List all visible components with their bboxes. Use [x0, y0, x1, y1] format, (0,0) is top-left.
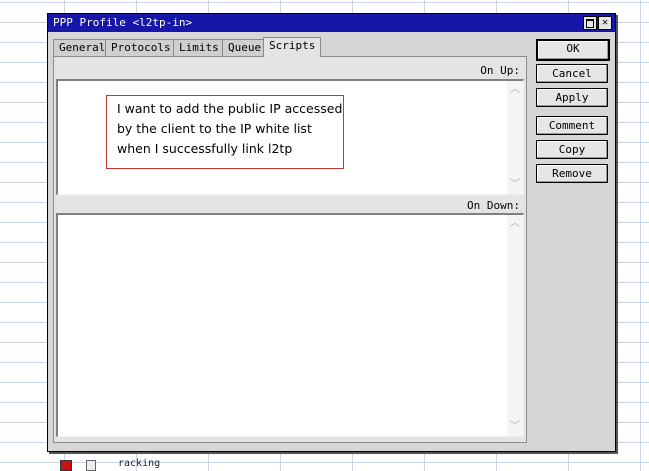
comment-button[interactable]: Comment	[536, 116, 608, 135]
maximize-icon[interactable]	[583, 16, 597, 30]
on-up-textarea[interactable]: I want to add the public IP accessed by …	[56, 79, 524, 195]
background-list-row: racking	[48, 452, 248, 471]
window-title: PPP Profile <l2tp-in>	[53, 16, 193, 29]
annotation-box: I want to add the public IP accessed by …	[106, 95, 344, 169]
tab-limits[interactable]: Limits	[173, 39, 225, 56]
cancel-button[interactable]: Cancel	[536, 64, 608, 83]
scroll-down-icon[interactable]: ﹀	[507, 178, 523, 192]
remove-button[interactable]: Remove	[536, 164, 608, 183]
annotation-line: when I successfully link l2tp	[117, 141, 293, 156]
ok-button[interactable]: OK	[536, 39, 610, 61]
background-row-text: racking	[118, 458, 161, 469]
tab-scripts[interactable]: Scripts	[263, 37, 322, 57]
on-up-label: On Up:	[480, 64, 520, 77]
annotation-line: I want to add the public IP accessed	[117, 101, 343, 116]
scripts-panel: On Up: I want to add the public IP acces…	[53, 56, 527, 443]
on-down-scrollbar[interactable]: ︿ ﹀	[507, 215, 523, 436]
close-icon[interactable]: ✕	[598, 16, 612, 30]
scroll-up-icon[interactable]: ︿	[507, 83, 523, 97]
copy-button[interactable]: Copy	[536, 140, 608, 159]
scroll-down-icon[interactable]: ﹀	[507, 420, 523, 434]
tab-queue[interactable]: Queue	[222, 39, 268, 56]
tab-general[interactable]: General	[53, 39, 112, 56]
title-bar[interactable]: PPP Profile <l2tp-in> ✕	[48, 14, 615, 32]
on-down-label: On Down:	[467, 199, 520, 212]
annotation-line: by the client to the IP white list	[117, 121, 312, 136]
tab-protocols[interactable]: Protocols	[105, 39, 177, 56]
status-icon	[60, 460, 72, 471]
checkbox-icon	[86, 460, 96, 471]
apply-button[interactable]: Apply	[536, 88, 608, 107]
on-down-textarea[interactable]: ︿ ﹀	[56, 213, 524, 437]
ppp-profile-window: PPP Profile <l2tp-in> ✕ General Protocol…	[47, 13, 616, 452]
scroll-up-icon[interactable]: ︿	[507, 217, 523, 231]
on-up-scrollbar[interactable]: ︿ ﹀	[507, 81, 523, 194]
